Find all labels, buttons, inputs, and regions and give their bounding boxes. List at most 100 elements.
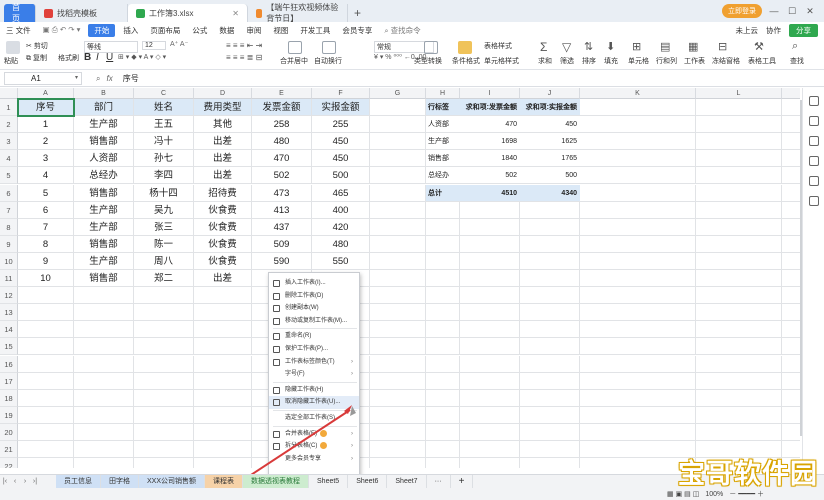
grid-cell[interactable]: [370, 150, 426, 168]
grid-cell[interactable]: [134, 406, 194, 424]
cloud-status[interactable]: 未上云: [736, 25, 759, 36]
grid-cell[interactable]: [460, 423, 520, 441]
grid-cell[interactable]: [426, 372, 460, 390]
grid-cell[interactable]: [782, 167, 800, 185]
grid-cell[interactable]: [520, 287, 580, 305]
grid-cell[interactable]: [520, 235, 580, 253]
grid-cell[interactable]: [460, 287, 520, 305]
maximize-icon[interactable]: ☐: [786, 6, 798, 17]
grid-cell[interactable]: [18, 441, 74, 459]
sheet-tab-grid[interactable]: 田字格: [101, 474, 139, 489]
grid-cell[interactable]: [520, 201, 580, 219]
grid-cell[interactable]: [696, 304, 782, 322]
first-sheet-icon[interactable]: |‹: [0, 478, 10, 485]
find-icon[interactable]: ⌕: [792, 40, 798, 53]
grid-cell[interactable]: [580, 304, 696, 322]
italic-icon[interactable]: I: [96, 52, 99, 63]
grid-cell[interactable]: [782, 218, 800, 236]
tab-home[interactable]: 首页: [4, 3, 36, 23]
table-cell[interactable]: 出差: [194, 133, 252, 151]
grid-cell[interactable]: [580, 235, 696, 253]
pivot-header-cell[interactable]: 求和项:发票金额: [460, 99, 520, 117]
grid-cell[interactable]: [696, 167, 782, 185]
table-cell[interactable]: 465: [312, 184, 370, 202]
menu-insert[interactable]: 插入: [117, 25, 144, 36]
tab-promo[interactable]: 【端午狂欢视频体验背节日】: [248, 3, 348, 23]
context-menu-item[interactable]: 隐藏工作表(H): [269, 384, 359, 397]
grid-cell[interactable]: [696, 423, 782, 441]
row-header[interactable]: 5: [0, 167, 18, 185]
row-header[interactable]: 7: [0, 201, 18, 219]
table-header-cell[interactable]: 序号: [18, 99, 74, 117]
grid-cell[interactable]: [370, 116, 426, 134]
sheet-icon[interactable]: ▦: [688, 40, 698, 53]
context-menu-item[interactable]: 取消隐藏工作表(U)...: [269, 396, 359, 410]
context-menu-item[interactable]: 插入工作表(I)...: [269, 277, 359, 290]
table-cell[interactable]: 销售部: [74, 133, 134, 151]
grid-cell[interactable]: [370, 287, 426, 305]
grid-cell[interactable]: [520, 270, 580, 288]
table-cell[interactable]: 出差: [194, 167, 252, 185]
name-box[interactable]: A1 ▾: [4, 72, 82, 85]
grid-cell[interactable]: [74, 406, 134, 424]
more-sheets-icon[interactable]: ···: [427, 474, 451, 489]
grid-cell[interactable]: [134, 355, 194, 373]
fx-icon[interactable]: fx: [106, 74, 112, 83]
grid-cell[interactable]: [74, 458, 134, 468]
grid-cell[interactable]: [370, 252, 426, 270]
grid-cell[interactable]: [74, 441, 134, 459]
grid-cell[interactable]: [18, 458, 74, 468]
grid-cell[interactable]: [696, 355, 782, 373]
grid-cell[interactable]: [370, 372, 426, 390]
table-cell[interactable]: 出差: [194, 150, 252, 168]
table-header-cell[interactable]: 费用类型: [194, 99, 252, 117]
grid-cell[interactable]: [460, 389, 520, 407]
tools-icon[interactable]: ⚒: [754, 40, 764, 53]
table-cell[interactable]: 生产部: [74, 218, 134, 236]
grid-cell[interactable]: [520, 321, 580, 339]
table-cell[interactable]: 生产部: [74, 252, 134, 270]
grid-cell[interactable]: [580, 252, 696, 270]
pivot-total-cell[interactable]: 4340: [520, 184, 580, 202]
grid-cell[interactable]: [580, 389, 696, 407]
grid-cell[interactable]: [696, 184, 782, 202]
grid-cell[interactable]: [134, 423, 194, 441]
table-cell[interactable]: 9: [18, 252, 74, 270]
grid-cell[interactable]: [74, 423, 134, 441]
grid-cell[interactable]: [18, 389, 74, 407]
grid-cell[interactable]: [194, 458, 252, 468]
grid-cell[interactable]: [370, 321, 426, 339]
grid-cell[interactable]: [580, 99, 696, 117]
table-cell[interactable]: 孙七: [134, 150, 194, 168]
grid-cell[interactable]: [782, 372, 800, 390]
grid-cell[interactable]: [370, 235, 426, 253]
row-header[interactable]: 19: [0, 406, 18, 424]
grid-cell[interactable]: [426, 423, 460, 441]
grid-cell[interactable]: [370, 201, 426, 219]
sheet-tab-sheet6[interactable]: Sheet6: [348, 474, 388, 489]
grid-cell[interactable]: [134, 441, 194, 459]
grid-cell[interactable]: [520, 304, 580, 322]
table-header-cell[interactable]: 实报金额: [312, 99, 370, 117]
grid-cell[interactable]: [370, 458, 426, 468]
pivot-cell[interactable]: 1840: [460, 150, 520, 168]
row-header[interactable]: 15: [0, 338, 18, 356]
wrap-icon[interactable]: [322, 41, 336, 54]
grid-cell[interactable]: [696, 338, 782, 356]
grid-cell[interactable]: [134, 287, 194, 305]
column-header-l[interactable]: L: [696, 88, 782, 99]
cells-icon[interactable]: ⊞: [632, 40, 641, 53]
grid-cell[interactable]: [520, 372, 580, 390]
grid-cell[interactable]: [74, 304, 134, 322]
grid-cell[interactable]: [74, 321, 134, 339]
pivot-cell[interactable]: 500: [520, 167, 580, 185]
sum-icon[interactable]: Σ: [540, 40, 547, 54]
menu-page-layout[interactable]: 页面布局: [144, 25, 186, 36]
grid-cell[interactable]: [782, 252, 800, 270]
grid-cell[interactable]: [580, 270, 696, 288]
context-menu-item[interactable]: 工作表标签颜色(T) ›: [269, 356, 359, 369]
table-cell[interactable]: 437: [252, 218, 312, 236]
menu-data[interactable]: 数据: [213, 25, 240, 36]
sheet-tab-sales[interactable]: XXX公司销售额: [139, 474, 206, 489]
grid-cell[interactable]: [580, 338, 696, 356]
